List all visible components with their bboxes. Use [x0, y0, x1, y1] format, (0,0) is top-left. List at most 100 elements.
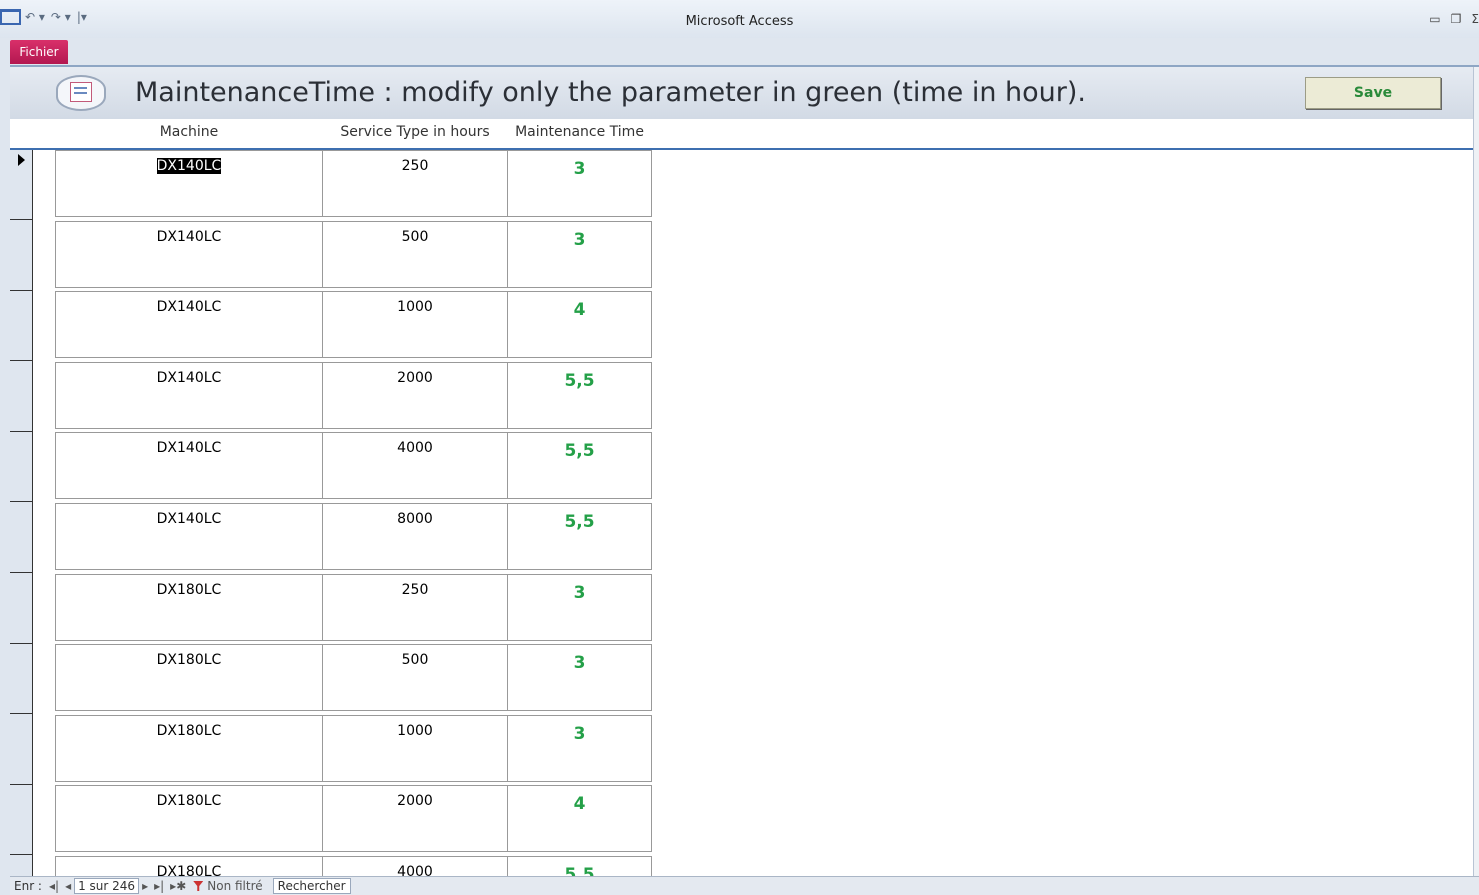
new-record-icon[interactable]: ▸✱ [167, 879, 189, 893]
record-row: DX180LC 250 3 [10, 573, 1473, 644]
machine-value: DX140LC [156, 158, 222, 174]
machine-field[interactable]: DX140LC [55, 220, 323, 288]
maintenance-time-value: 5,5 [564, 865, 595, 876]
maintenance-time-field[interactable]: 3 [507, 220, 652, 288]
last-record-icon[interactable]: ▸| [151, 879, 167, 893]
vertical-scrollbar[interactable] [1473, 67, 1479, 876]
machine-field[interactable]: DX180LC [55, 856, 323, 876]
record-label: Enr : [14, 879, 42, 893]
maintenance-time-field[interactable]: 5,5 [507, 856, 652, 876]
maintenance-time-field[interactable]: 4 [507, 785, 652, 853]
maintenance-time-field[interactable]: 3 [507, 644, 652, 712]
column-header-service-type: Service Type in hours [340, 124, 490, 140]
title-bar: ↶ ▾ ↷ ▾ |▾ Microsoft Access ▭ ❐ Σ [0, 0, 1479, 38]
maintenance-time-value: 3 [573, 159, 586, 179]
machine-value: DX180LC [156, 864, 222, 876]
next-record-icon[interactable]: ▸ [139, 879, 151, 893]
machine-field[interactable]: DX140LC [55, 291, 323, 359]
service-type-value: 4000 [397, 440, 433, 457]
record-row: DX140LC 4000 5,5 [10, 432, 1473, 503]
machine-value: DX140LC [156, 511, 222, 527]
save-button[interactable]: Save [1305, 77, 1441, 109]
record-row: DX180LC 2000 4 [10, 785, 1473, 856]
form-title: MaintenanceTime : modify only the parame… [135, 77, 1087, 108]
maintenance-time-field[interactable]: 5,5 [507, 432, 652, 500]
machine-field[interactable]: DX140LC [55, 150, 323, 217]
machine-field[interactable]: DX180LC [55, 644, 323, 712]
record-selector[interactable] [10, 362, 32, 432]
record-selector[interactable] [10, 715, 32, 785]
first-record-icon[interactable]: ◂| [46, 879, 62, 893]
column-header-machine: Machine [159, 124, 219, 140]
filter-status[interactable]: Non filtré [189, 879, 266, 893]
maintenance-time-field[interactable]: 5,5 [507, 361, 652, 429]
maintenance-time-field[interactable]: 4 [507, 291, 652, 359]
machine-value: DX180LC [156, 652, 222, 669]
maintenance-time-field[interactable]: 3 [507, 150, 652, 217]
minimize-icon[interactable]: ▭ [1429, 12, 1440, 26]
form-header: MaintenanceTime : modify only the parame… [10, 67, 1473, 119]
column-header-maintenance-time: Maintenance Time [515, 124, 644, 140]
service-type-field[interactable]: 4000 [322, 856, 508, 876]
machine-field[interactable]: DX140LC [55, 361, 323, 429]
service-type-value: 500 [401, 652, 429, 669]
record-row: DX140LC 1000 4 [10, 291, 1473, 362]
machine-field[interactable]: DX140LC [55, 503, 323, 570]
machine-field[interactable]: DX180LC [55, 785, 323, 853]
maintenance-time-field[interactable]: 3 [507, 573, 652, 641]
record-selector[interactable] [10, 785, 32, 856]
service-type-field[interactable]: 500 [322, 220, 508, 288]
record-row: DX180LC 4000 5,5 [10, 856, 1473, 876]
machine-field[interactable]: DX180LC [55, 573, 323, 641]
maintenance-time-value: 3 [573, 229, 586, 250]
filter-status-label: Non filtré [207, 879, 263, 893]
record-selector[interactable] [10, 856, 32, 876]
previous-record-icon[interactable]: ◂ [62, 879, 74, 893]
service-type-field[interactable]: 8000 [322, 503, 508, 570]
record-selector[interactable] [10, 221, 32, 291]
machine-value: DX140LC [156, 228, 222, 245]
service-type-field[interactable]: 2000 [322, 785, 508, 853]
window-controls: ▭ ❐ Σ [1419, 12, 1479, 26]
current-record-arrow-icon [18, 154, 25, 166]
maintenance-time-value: 3 [573, 723, 586, 744]
machine-value: DX180LC [156, 722, 222, 739]
maintenance-time-field[interactable]: 5,5 [507, 503, 652, 570]
service-type-field[interactable]: 250 [322, 150, 508, 217]
record-selector[interactable] [10, 291, 32, 362]
maintenance-time-value: 3 [573, 582, 586, 603]
service-type-field[interactable]: 500 [322, 644, 508, 712]
service-type-field[interactable]: 1000 [322, 291, 508, 359]
service-type-value: 2000 [397, 369, 433, 386]
record-row: DX140LC 8000 5,5 [10, 503, 1473, 573]
record-selector[interactable] [10, 503, 32, 573]
window-title: Microsoft Access [685, 14, 794, 29]
machine-field[interactable]: DX180LC [55, 714, 323, 782]
close-icon[interactable]: Σ [1471, 12, 1479, 26]
service-type-value: 250 [401, 158, 429, 174]
machine-field[interactable]: DX140LC [55, 432, 323, 500]
record-row: DX140LC 2000 5,5 [10, 361, 1473, 432]
record-row: DX140LC 250 3 [10, 150, 1473, 220]
service-type-field[interactable]: 1000 [322, 714, 508, 782]
maintenance-time-field[interactable]: 3 [507, 714, 652, 782]
machine-value: DX140LC [156, 299, 222, 316]
record-selector[interactable] [10, 644, 32, 715]
service-type-value: 2000 [397, 793, 433, 810]
record-selector[interactable] [10, 432, 32, 503]
file-tab[interactable]: Fichier [10, 40, 68, 64]
machine-value: DX140LC [156, 369, 222, 386]
record-selector[interactable] [10, 574, 32, 644]
service-type-field[interactable]: 2000 [322, 361, 508, 429]
search-field[interactable]: Rechercher [272, 878, 351, 894]
form-icon [56, 75, 106, 111]
machine-value: DX140LC [156, 440, 222, 457]
service-type-field[interactable]: 250 [322, 573, 508, 641]
maintenance-time-value: 5,5 [564, 512, 595, 532]
record-selector[interactable] [10, 150, 32, 220]
service-type-field[interactable]: 4000 [322, 432, 508, 500]
restore-icon[interactable]: ❐ [1451, 12, 1462, 26]
record-navigation-bar: Enr : ◂| ◂ 1 sur 246 ▸ ▸| ▸✱ Non filtré … [10, 876, 1479, 895]
machine-value: DX180LC [156, 581, 222, 598]
current-record-field[interactable]: 1 sur 246 [74, 878, 140, 894]
